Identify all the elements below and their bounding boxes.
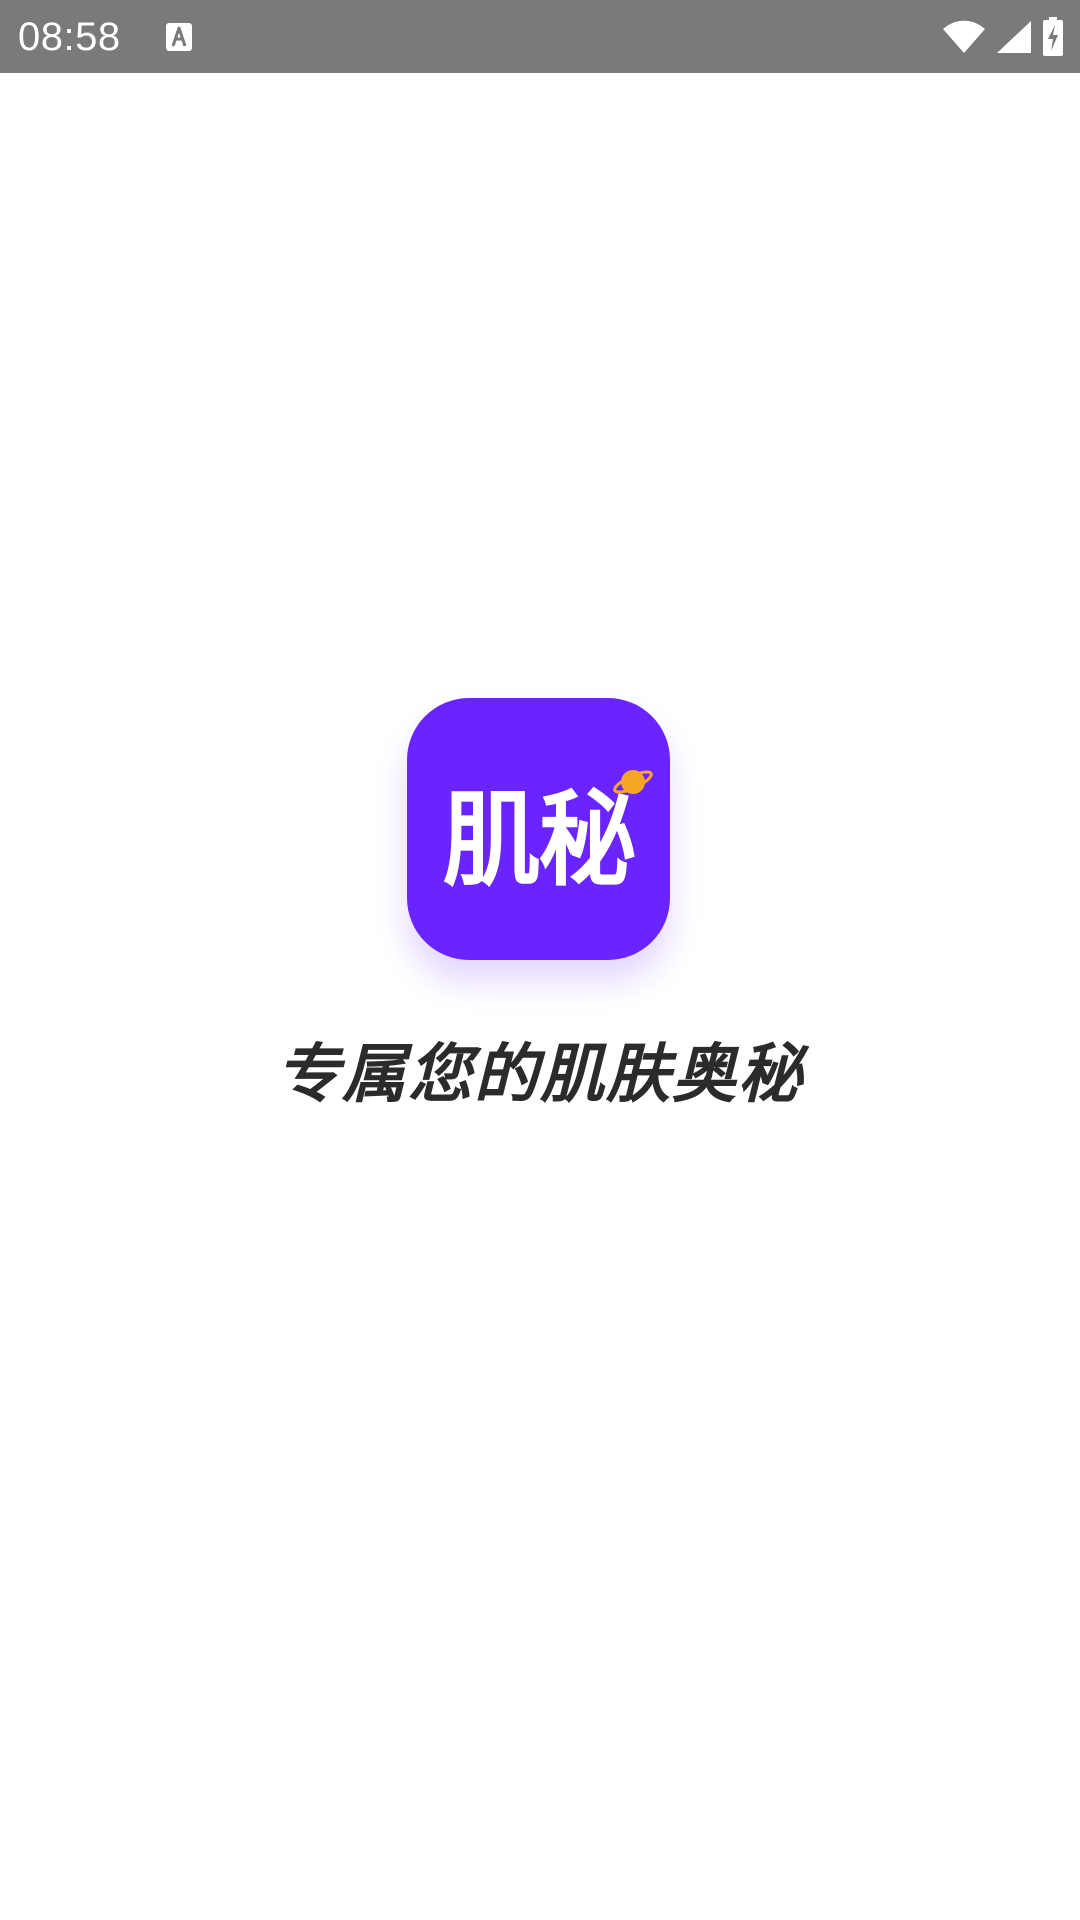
app-logo: 肌秘 — [407, 698, 670, 960]
wifi-icon — [942, 20, 986, 54]
battery-charging-icon — [1042, 17, 1064, 57]
status-icons — [942, 16, 1064, 58]
keyboard-a-icon — [165, 22, 193, 52]
splash-screen: 肌秘 专属您的肌肤奥秘 — [0, 73, 1080, 1920]
slogan: 专属您的肌肤奥秘 — [276, 1038, 804, 1112]
status-bar: 08:58 — [0, 0, 1080, 73]
logo-text: 肌秘 — [442, 781, 636, 901]
signal-icon — [996, 20, 1032, 54]
status-time: 08:58 — [18, 15, 121, 59]
